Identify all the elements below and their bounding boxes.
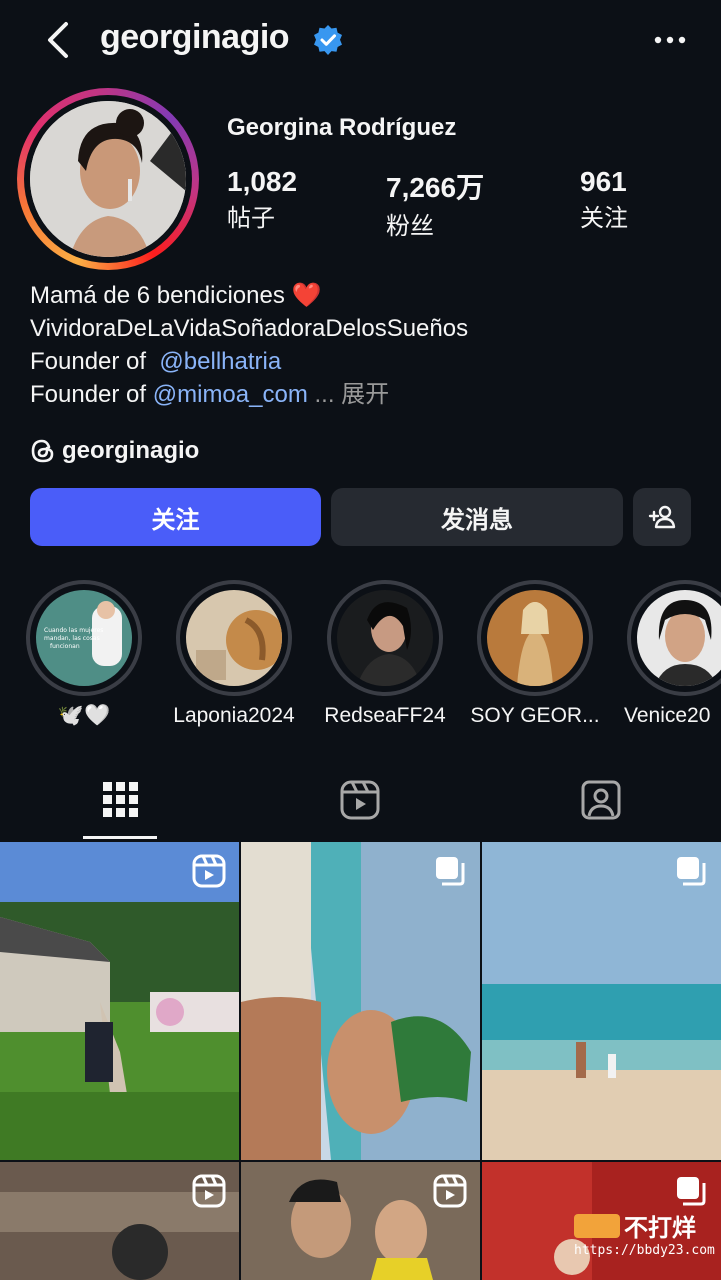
highlight-label: RedseaFF24: [324, 704, 446, 727]
ellipsis: ...: [314, 381, 335, 408]
highlight-item[interactable]: [176, 580, 292, 696]
watermark-logo: [574, 1213, 620, 1238]
stat-label: 帖子: [227, 205, 275, 232]
add-person-icon: [648, 505, 676, 529]
highlight-label: Venice20: [624, 704, 711, 727]
bio-text: Founder of: [30, 348, 147, 375]
follow-button[interactable]: 关注: [30, 488, 321, 546]
reel-icon: [192, 1174, 226, 1208]
watermark: 不打烊 https://bbdy23.com: [574, 1208, 715, 1258]
stat-value: 961: [580, 166, 627, 197]
more-horizontal-icon: [654, 36, 686, 44]
highlight-label: SOY GEOR...: [470, 704, 600, 727]
back-button[interactable]: [40, 20, 80, 60]
watermark-url: https://bbdy23.com: [574, 1243, 715, 1258]
active-tab-indicator: [83, 836, 157, 839]
profile-avatar[interactable]: [30, 101, 186, 257]
threads-icon: [31, 439, 54, 463]
bio-line: Mamá de 6 bendiciones ❤️: [30, 282, 322, 309]
stat-label: 关注: [580, 205, 628, 232]
bio-line: Founder of @bellhatria: [30, 345, 281, 378]
tab-posts[interactable]: [99, 778, 143, 822]
grid-post[interactable]: [241, 1162, 480, 1280]
more-options-button[interactable]: [650, 28, 690, 52]
stat-label: 粉丝: [386, 213, 434, 240]
posts-grid-icon: [103, 782, 138, 817]
stat-posts[interactable]: 1,082 帖子: [227, 166, 297, 233]
carousel-icon: [677, 1177, 706, 1206]
carousel-icon: [677, 857, 706, 886]
mention-link[interactable]: @mimoa_com: [153, 381, 308, 408]
svg-text:Cuando las mujeres: Cuando las mujeres: [44, 627, 103, 634]
mention-link[interactable]: @bellhatria: [159, 348, 281, 375]
carousel-icon: [436, 857, 465, 886]
tab-reels[interactable]: [338, 778, 382, 822]
stat-value: 1,082: [227, 166, 298, 197]
stat-followers[interactable]: 7,266万 粉丝: [386, 166, 484, 241]
highlight-item[interactable]: [627, 580, 721, 696]
bio-line: Founder of @mimoa_com ... 展开: [30, 378, 389, 411]
grid-post[interactable]: [0, 1162, 239, 1280]
grid-post[interactable]: [0, 842, 239, 1160]
svg-text:funcionan: funcionan: [50, 643, 80, 650]
profile-username: georginagio: [100, 18, 290, 56]
chevron-left-icon: [48, 22, 68, 58]
watermark-brand: 不打烊: [624, 1215, 696, 1242]
tagged-icon: [581, 780, 621, 820]
highlight-item[interactable]: [327, 580, 443, 696]
threads-handle: georginagio: [62, 437, 200, 464]
bio-text: Founder of: [30, 381, 147, 408]
highlight-item[interactable]: Cuando las mujeres mandan, las cosas fun…: [26, 580, 142, 696]
grid-post[interactable]: [241, 842, 480, 1160]
suggest-users-button[interactable]: [633, 488, 691, 546]
highlight-label: 🕊️🤍: [57, 704, 111, 727]
reel-icon: [192, 854, 226, 888]
message-button[interactable]: 发消息: [331, 488, 623, 546]
threads-link[interactable]: georginagio: [30, 436, 199, 466]
stat-following[interactable]: 961 关注: [580, 166, 628, 233]
bio-line: VividoraDeLaVidaSoñadoraDelosSueños: [30, 315, 469, 342]
reels-icon: [340, 780, 380, 820]
verified-badge-icon: [312, 24, 344, 56]
svg-text:mandan, las cosas: mandan, las cosas: [44, 635, 100, 642]
reel-icon: [433, 1174, 467, 1208]
profile-full-name: Georgina Rodríguez: [227, 114, 457, 141]
highlight-label: Laponia2024: [173, 704, 295, 727]
grid-post[interactable]: [482, 842, 721, 1160]
highlight-item[interactable]: [477, 580, 593, 696]
stat-value: 7,266万: [386, 172, 485, 203]
tab-tagged[interactable]: [579, 778, 623, 822]
expand-bio-link[interactable]: 展开: [341, 381, 389, 408]
